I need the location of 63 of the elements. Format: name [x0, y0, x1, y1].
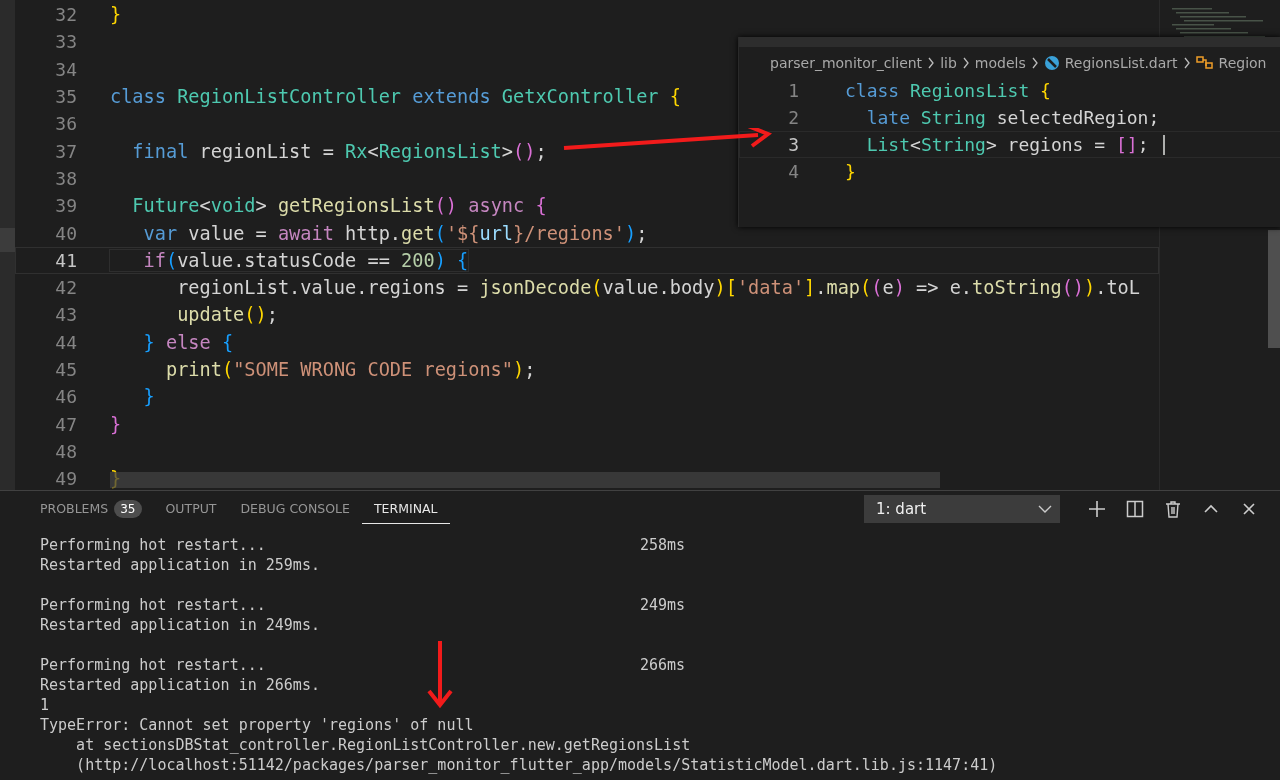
breadcrumb[interactable]: models — [974, 55, 1026, 71]
code-line: } — [845, 161, 856, 182]
line-number: 37 — [54, 140, 77, 162]
code-line: final regionList = Rx<RegionsList>(); — [131, 140, 547, 162]
breadcrumb[interactable]: parser_monitor_client — [770, 55, 923, 71]
terminal-time: 258ms — [640, 535, 686, 555]
line-number: 42 — [54, 277, 77, 299]
line-number: 49 — [54, 468, 77, 490]
code-line: } — [110, 413, 122, 435]
code-line: Future<void> getRegionsList() async { — [131, 195, 547, 217]
terminal-line: TypeError: Cannot set property 'regions' of null — [40, 715, 475, 735]
panel-tab[interactable]: DEBUG CONSOLE — [228, 494, 362, 524]
code-line: } — [110, 468, 122, 490]
code-line: } else { — [142, 331, 234, 353]
terminal-line: at sectionsDBStat_controller.RegionListController.new.getRegionsList — [75, 735, 691, 755]
panel-tab[interactable]: OUTPUT — [153, 494, 229, 524]
panel-tab[interactable]: PROBLEMS 35 — [28, 492, 154, 526]
line-number: 33 — [54, 31, 77, 53]
code-line: class RegionsList { — [845, 80, 1051, 101]
code-line: List<String> regions = []; — [865, 134, 1150, 155]
terminal-line: Restarted application in 249ms. — [40, 615, 321, 635]
line-number: 45 — [54, 359, 77, 380]
breadcrumb[interactable]: lib — [940, 55, 957, 71]
terminal-time: 249ms — [640, 595, 686, 615]
line-number: 2 — [787, 107, 799, 128]
line-number: 40 — [54, 222, 77, 244]
line-number: 38 — [54, 167, 77, 189]
terminal-time: 266ms — [640, 655, 686, 675]
code-line: class RegionListController extends GetxController { — [110, 86, 681, 108]
terminal-line: Performing hot restart... — [40, 655, 267, 675]
breadcrumb[interactable]: RegionsList.dart — [1064, 55, 1178, 71]
terminal-line: Restarted application in 259ms. — [40, 555, 321, 575]
line-number: 1 — [787, 80, 799, 101]
line-number: 34 — [54, 58, 77, 80]
line-number: 32 — [54, 4, 77, 26]
panel-tab[interactable]: TERMINAL — [361, 494, 450, 524]
terminal-line: Performing hot restart... — [40, 535, 267, 555]
code-line: print("SOME WRONG CODE regions"); — [164, 359, 536, 380]
line-number: 41 — [54, 249, 77, 271]
code-line: } — [110, 4, 122, 26]
line-number: 3 — [787, 134, 799, 155]
line-number: 44 — [54, 331, 77, 353]
code-line: if(value.statusCode == 200) { — [110, 249, 469, 271]
code-line: var value = await http.get('${url}/regions'); — [142, 222, 648, 244]
terminal-dropdown[interactable]: 1: dart — [864, 495, 1060, 523]
code-line: regionList.value.regions = jsonDecode(value.body)['data'].map((e) => e.toString()).toL — [176, 277, 1140, 299]
terminal-line: Restarted application in 266ms. — [40, 675, 321, 695]
line-number: 47 — [54, 413, 77, 435]
code-line: update(); — [176, 304, 278, 326]
line-number: 46 — [54, 386, 77, 408]
line-number: 35 — [54, 86, 77, 108]
terminal-line: Performing hot restart... — [40, 595, 267, 615]
count-badge: 35 — [114, 499, 142, 518]
breadcrumb[interactable]: Region — [1218, 55, 1267, 71]
code-line: } — [142, 386, 155, 408]
line-number: 48 — [54, 440, 77, 462]
line-number: 43 — [54, 304, 77, 326]
line-number: 39 — [54, 195, 77, 217]
terminal-line: 1 — [40, 695, 51, 715]
line-number: 36 — [54, 113, 77, 135]
line-number: 4 — [787, 161, 799, 182]
code-line: late String selectedRegion; — [865, 107, 1160, 128]
terminal-line: (http://localhost:51142/packages/parser_monitor_flutter_app/models/StatisticModel.dart.lib.js:1147:41) — [75, 755, 998, 775]
